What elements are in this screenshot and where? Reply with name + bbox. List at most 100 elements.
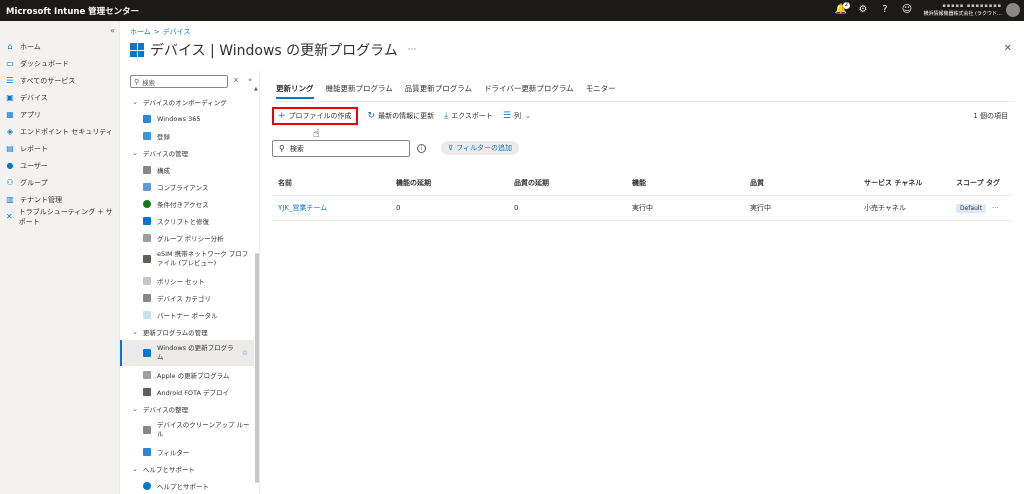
columns-label: 列 <box>513 112 521 120</box>
feedback-icon[interactable]: ☺ <box>900 3 914 17</box>
column-header[interactable]: 名前 <box>272 178 390 188</box>
settings-icon[interactable]: ⚙ <box>856 3 870 17</box>
section-onboarding[interactable]: ⌄ デバイスのオンボーディング <box>120 93 254 110</box>
nav-enroll[interactable]: 登録 <box>120 127 254 144</box>
page-title: デバイス | Windows の更新プログラム <box>150 43 398 59</box>
nav-collapse-icon[interactable]: « <box>110 26 115 35</box>
nav-conditional[interactable]: 条件付きアクセス <box>120 195 254 212</box>
notification-icon[interactable]: 🔔 2 <box>834 2 850 17</box>
tab-feature-updates[interactable]: 機能更新プログラム <box>326 83 393 99</box>
tab-monitor[interactable]: モニター <box>586 83 616 99</box>
nav-cleanup[interactable]: デバイスのクリーンアップ ルール <box>120 417 254 443</box>
nav-gpa[interactable]: グループ ポリシー分析 <box>120 229 254 246</box>
scope-tag-cell: Default ··· <box>950 204 1012 213</box>
help-icon[interactable]: ? <box>878 3 892 17</box>
nav-item-label: すべてのサービス <box>20 76 76 85</box>
blade-search-input[interactable]: ⚲ 検索 <box>130 75 228 88</box>
chevron-down-icon: ⌄ <box>524 112 531 120</box>
nav-item-tenant[interactable]: ▥ テナント管理 <box>5 191 119 208</box>
nav-item-label: ホーム <box>20 42 41 51</box>
section-updates[interactable]: ⌄ 更新プログラムの管理 <box>120 323 254 340</box>
item-label: 登録 <box>157 132 170 141</box>
blade-scrollbar[interactable]: ▲ ▼ <box>254 86 259 489</box>
refresh-button[interactable]: ↻ 最新の情報に更新 <box>368 111 435 121</box>
search-icon: ⚲ <box>279 144 285 153</box>
nav-categories[interactable]: デバイス カテゴリ <box>120 289 254 306</box>
nav-apple-updates[interactable]: Apple の更新プログラム <box>120 366 254 383</box>
page-header: デバイス | Windows の更新プログラム ··· <box>130 40 416 60</box>
home-icon: ⌂ <box>7 42 13 51</box>
column-header[interactable]: サービス チャネル <box>858 178 950 188</box>
nav-item-users[interactable]: ● ユーザー <box>5 157 119 174</box>
nav-policysets[interactable]: ポリシー セット <box>120 272 254 289</box>
apple-icon <box>143 370 151 379</box>
section-help[interactable]: ⌄ ヘルプとサポート <box>120 460 254 477</box>
section-label: デバイスの整理 <box>142 405 189 414</box>
more-icon[interactable]: ··· <box>408 45 417 55</box>
columns-button[interactable]: ☰ 列 ⌄ <box>503 111 531 121</box>
section-organize[interactable]: ⌄ デバイスの整理 <box>120 400 254 417</box>
column-header[interactable]: スコープ タグ <box>950 178 1012 188</box>
nav-item-troubleshooting[interactable]: ✕ トラブルシューティング + サポート <box>5 208 119 226</box>
column-header[interactable]: 機能 <box>626 178 744 188</box>
collapse-icon[interactable]: « <box>248 76 252 84</box>
export-button[interactable]: ⤓ エクスポート <box>444 111 493 121</box>
nav-item-reports[interactable]: ▤ レポート <box>5 140 119 157</box>
categories-icon <box>143 293 151 302</box>
add-filter-button[interactable]: ⊽ フィルターの追加 <box>441 141 519 155</box>
column-header[interactable]: 品質 <box>744 178 858 188</box>
tab-driver-updates[interactable]: ドライバー更新プログラム <box>484 83 574 99</box>
servicing-channel: 小売チャネル <box>864 204 906 212</box>
quality-deferral: 0 <box>514 204 519 212</box>
favorite-star-icon[interactable]: ☆ <box>242 349 248 357</box>
nav-item-home[interactable]: ⌂ ホーム <box>5 38 119 55</box>
scroll-up-icon[interactable]: ▲ <box>254 86 258 92</box>
avatar[interactable] <box>1006 3 1020 17</box>
nav-item-all-services[interactable]: ☰ すべてのサービス <box>5 72 119 89</box>
nav-windows365[interactable]: Windows 365 <box>120 110 254 127</box>
nav-compliance[interactable]: コンプライアンス <box>120 178 254 195</box>
nav-item-groups[interactable]: ⚇ グループ <box>5 174 119 191</box>
app-title[interactable]: Microsoft Intune 管理センター <box>0 5 139 17</box>
filter-icon <box>143 447 151 456</box>
nav-help-support[interactable]: ヘルプとサポート <box>120 477 254 494</box>
android-icon <box>143 387 151 396</box>
tenant-icon: ▥ <box>6 195 14 204</box>
info-icon[interactable]: i <box>417 144 426 153</box>
nav-item-dashboard[interactable]: ▭ ダッシュボード <box>5 55 119 72</box>
create-profile-button[interactable]: + プロファイルの作成 <box>272 107 358 125</box>
refresh-label: 最新の情報に更新 <box>378 112 435 120</box>
export-label: エクスポート <box>451 112 493 120</box>
scroll-thumb[interactable] <box>255 253 259 483</box>
nav-scripts[interactable]: スクリプトと修復 <box>120 212 254 229</box>
nav-item-endpoint-security[interactable]: ◈ エンドポイント セキュリティ <box>5 123 119 140</box>
nav-config[interactable]: 構成 <box>120 161 254 178</box>
breadcrumb: ホーム > デバイス <box>130 27 190 37</box>
nav-partner[interactable]: パートナー ポータル <box>120 306 254 323</box>
tab-quality-updates[interactable]: 品質更新プログラム <box>405 83 472 99</box>
column-header[interactable]: 品質の延期 <box>508 178 626 188</box>
item-label: スクリプトと修復 <box>157 217 209 226</box>
tab-update-rings[interactable]: 更新リング <box>276 83 314 99</box>
nav-filters[interactable]: フィルター <box>120 443 254 460</box>
row-more-icon[interactable]: ··· <box>992 204 999 212</box>
section-manage[interactable]: ⌄ デバイスの管理 <box>120 144 254 161</box>
nav-item-devices[interactable]: ▣ デバイス <box>5 89 119 106</box>
breadcrumb-home[interactable]: ホーム <box>130 28 151 36</box>
nav-android-fota[interactable]: Android FOTA デプロイ <box>120 383 254 400</box>
user-account[interactable]: ▪▪▪▪▪ ▪▪▪▪▪▪▪▪ 横浜情報機器株式会社 (ラクウド… <box>923 2 1002 18</box>
clear-icon[interactable]: x <box>234 76 238 84</box>
column-header[interactable]: 機能の延期 <box>390 178 508 188</box>
nav-windows-updates[interactable]: Windows の更新プログラム ☆ <box>120 340 254 366</box>
nav-esim[interactable]: eSIM 携帯ネットワーク プロファイル (プレビュー) <box>120 246 254 272</box>
nav-item-apps[interactable]: ▦ アプリ <box>5 106 119 123</box>
ring-name-link[interactable]: YJK_営業チーム <box>272 203 390 213</box>
table-row[interactable]: YJK_営業チーム 0 0 実行中 実行中 小売チャネル Default ··· <box>272 196 1012 221</box>
close-icon[interactable]: ✕ <box>1004 43 1012 54</box>
item-label: Apple の更新プログラム <box>157 371 230 380</box>
hand-cursor-icon: ☝ <box>313 127 320 140</box>
groups-icon: ⚇ <box>6 178 14 187</box>
breadcrumb-devices[interactable]: デバイス <box>163 28 191 36</box>
item-label: 構成 <box>157 166 170 175</box>
search-input[interactable]: ⚲ 検索 <box>272 140 410 157</box>
